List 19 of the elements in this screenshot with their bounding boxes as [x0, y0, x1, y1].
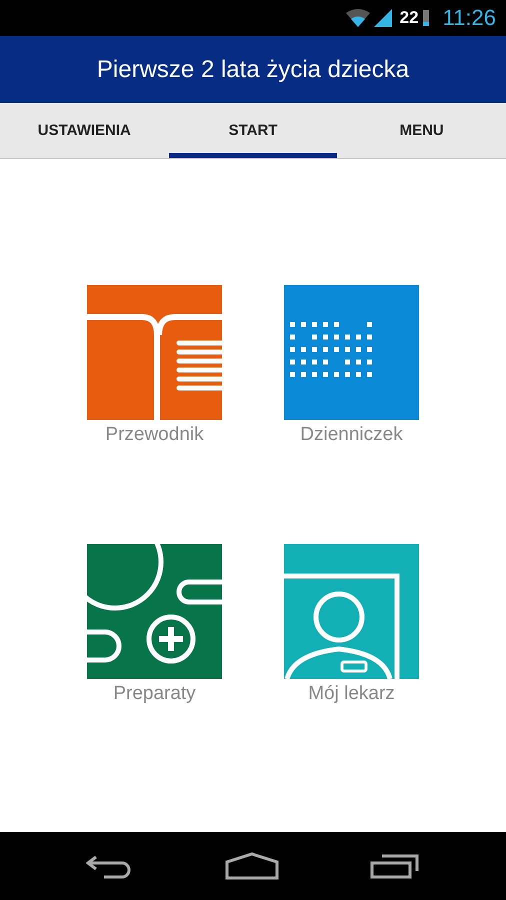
tile-label: Preparaty [113, 683, 196, 705]
home-icon[interactable] [224, 852, 279, 880]
person-tile[interactable] [284, 544, 419, 679]
tile-label: Przewodnik [105, 424, 204, 446]
pills-tile[interactable] [87, 544, 222, 679]
wifi-icon [346, 9, 370, 27]
app-title: Pierwsze 2 lata życia dziecka [96, 56, 410, 84]
battery-icon [422, 10, 429, 26]
tab[interactable]: MENU [337, 103, 506, 158]
book-tile[interactable] [87, 285, 222, 420]
recent-apps-icon[interactable] [370, 853, 420, 879]
tile-label: Dzienniczek [300, 424, 403, 446]
calendar-tile[interactable] [284, 285, 419, 420]
tile-label: Mój lekarz [308, 683, 395, 705]
tab[interactable]: USTAWIENIA [0, 103, 169, 158]
tab[interactable]: START [168, 103, 338, 158]
battery-level: 22 [400, 8, 419, 28]
signal-icon [374, 9, 392, 27]
clock: 11:26 [442, 5, 496, 31]
